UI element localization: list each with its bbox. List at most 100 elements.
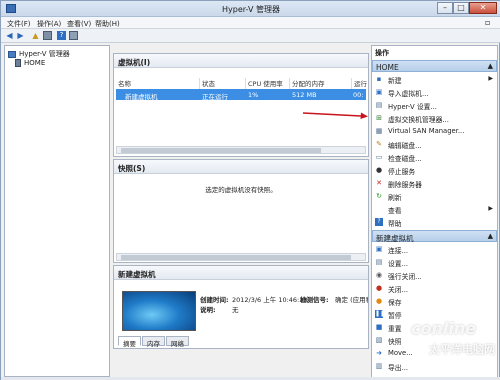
action-pane-icon[interactable] <box>69 31 78 40</box>
action-vm-settings[interactable]: ▤ 设置... <box>374 256 495 268</box>
disk-edit-icon: ✎ <box>376 140 382 148</box>
action-label: 查看 <box>388 207 402 215</box>
back-icon[interactable]: ◀ <box>5 31 14 40</box>
vm-header-label: 新建虚拟机 <box>376 234 414 243</box>
forward-icon[interactable]: ▶ <box>16 31 25 40</box>
action-label: 新建 <box>388 77 402 85</box>
refresh-icon: ↻ <box>376 192 382 200</box>
help-toolbar-icon[interactable]: ? <box>57 31 66 40</box>
vm-cpu: 1% <box>248 91 259 99</box>
notes-value: 无 <box>232 306 239 314</box>
submenu-arrow-icon: ▶ <box>488 75 493 82</box>
action-refresh[interactable]: ↻ 刷新 <box>374 190 495 202</box>
action-label: 强行关闭... <box>388 273 422 281</box>
delete-icon: ✕ <box>376 179 382 187</box>
vm-panel: 虚拟机(I) 名称 状态 CPU 使用率 分配的内存 运行 新建虚拟机 正在运行… <box>113 53 369 157</box>
home-section-header[interactable]: HOME ▲ <box>372 60 497 72</box>
window-title: Hyper-V 管理器 <box>222 5 280 14</box>
action-label: 保存 <box>388 299 402 307</box>
menu-view[interactable]: 查看(V) <box>67 19 91 29</box>
menu-action[interactable]: 操作(A) <box>37 19 61 29</box>
close-button[interactable]: ✕ <box>469 2 497 14</box>
snapshot-panel: 快照(S) 选定的虚拟机没有快照。 <box>113 159 369 263</box>
action-shutdown[interactable]: ● 关闭... <box>374 282 495 294</box>
column-memory[interactable]: 分配的内存 <box>290 78 352 89</box>
tree-item-home[interactable]: HOME <box>15 59 45 69</box>
reset-icon: ■ <box>375 323 383 331</box>
maximize-button[interactable]: □ <box>453 2 469 14</box>
table-row[interactable]: 新建虚拟机 正在运行 1% 512 MB 00: <box>116 89 366 101</box>
vm-state: 正在运行 <box>202 93 228 101</box>
menu-help[interactable]: 帮助(H) <box>95 19 120 29</box>
action-virtual-switch-manager[interactable]: ⊞ 虚拟交换机管理器... <box>374 112 495 124</box>
tab-network[interactable]: 网络 <box>166 336 189 348</box>
action-label: 连接... <box>388 247 409 255</box>
scroll-thumb[interactable] <box>121 148 321 153</box>
action-hyperv-settings[interactable]: ▤ Hyper-V 设置... <box>374 99 495 111</box>
view-icon <box>375 205 383 213</box>
hyperv-icon <box>8 50 16 58</box>
up-folder-icon[interactable]: ▲ <box>31 31 40 40</box>
column-state[interactable]: 状态 <box>200 78 246 89</box>
action-label: Virtual SAN Manager... <box>388 127 465 135</box>
action-label: 帮助 <box>388 220 402 228</box>
window-restore-icon[interactable]: ▫ <box>485 18 490 27</box>
detail-panel-title: 新建虚拟机 <box>114 266 368 280</box>
action-label: Move... <box>388 349 413 357</box>
column-name[interactable]: 名称 <box>116 78 200 89</box>
menu-bar: 文件(F) 操作(A) 查看(V) 帮助(H) ▫ <box>1 17 500 29</box>
minimize-button[interactable]: – <box>437 2 453 14</box>
title-bar: Hyper-V 管理器 – □ ✕ <box>1 1 500 17</box>
action-inspect-disk[interactable]: ▭ 检查磁盘... <box>374 151 495 163</box>
action-label: 检查磁盘... <box>388 155 422 163</box>
tree-root-hyperv-manager[interactable]: Hyper-V 管理器 <box>8 49 70 59</box>
vm-section-header[interactable]: 新建虚拟机 ▲ <box>372 230 497 243</box>
move-icon: ➜ <box>376 349 382 357</box>
action-view[interactable]: 查看 ▶ <box>374 203 495 215</box>
actions-title: 操作 <box>375 49 389 57</box>
vm-settings-icon: ▤ <box>375 258 383 266</box>
vm-thumbnail[interactable] <box>122 291 196 331</box>
export-icon: ▥ <box>375 362 383 370</box>
action-label: 关闭... <box>388 286 409 294</box>
menu-file[interactable]: 文件(F) <box>7 19 31 29</box>
vm-uptime: 00: <box>353 91 364 99</box>
import-icon: ▣ <box>375 88 383 96</box>
column-cpu[interactable]: CPU 使用率 <box>246 78 290 89</box>
disk-inspect-icon: ▭ <box>375 153 383 161</box>
shutdown-icon: ● <box>375 284 383 292</box>
settings-icon: ▤ <box>375 101 383 109</box>
collapse-up-icon[interactable]: ▲ <box>488 232 493 240</box>
action-label: 刷新 <box>388 194 402 202</box>
action-virtual-san-manager[interactable]: ▦ Virtual SAN Manager... <box>374 125 495 137</box>
annotation-arrow <box>302 112 368 119</box>
created-label: 创建时间: <box>200 296 229 304</box>
action-edit-disk[interactable]: ✎ 编辑磁盘... <box>374 138 495 150</box>
tree-root-label: Hyper-V 管理器 <box>19 50 70 58</box>
tab-memory[interactable]: 内存 <box>142 336 165 348</box>
collapse-up-icon[interactable]: ▲ <box>488 62 493 70</box>
heartbeat-label: 检测信号: <box>300 296 329 304</box>
snapshot-scrollbar[interactable] <box>116 253 366 261</box>
toolbar: ◀ ▶ ▲ ? <box>1 29 500 43</box>
action-save[interactable]: ● 保存 <box>374 295 495 307</box>
vm-list-scrollbar[interactable] <box>116 146 366 154</box>
watermark-sub: 太平洋电脑网 <box>429 343 495 356</box>
action-connect[interactable]: ▣ 连接... <box>374 243 495 255</box>
column-uptime[interactable]: 运行 <box>352 78 368 89</box>
action-turn-off[interactable]: ◉ 强行关闭... <box>374 269 495 281</box>
action-help[interactable]: ? 帮助 <box>374 216 495 228</box>
action-import-vm[interactable]: ▣ 导入虚拟机... <box>374 86 495 98</box>
action-label: 导入虚拟机... <box>388 90 429 98</box>
action-remove-server[interactable]: ✕ 删除服务器 <box>374 177 495 189</box>
hyperv-manager-window: Hyper-V 管理器 – □ ✕ 文件(F) 操作(A) 查看(V) 帮助(H… <box>0 0 500 380</box>
scroll-thumb[interactable] <box>121 255 351 260</box>
action-new[interactable]: ▪ 新建 ▶ <box>374 73 495 85</box>
action-stop-service[interactable]: ● 停止服务 <box>374 164 495 176</box>
tab-summary[interactable]: 摘要 <box>118 336 141 348</box>
show-hide-tree-icon[interactable] <box>43 31 52 40</box>
detail-panel: 新建虚拟机 创建时间: 2012/3/6 上午 10:46:38 说明: 无 检… <box>113 265 369 349</box>
vm-memory: 512 MB <box>292 91 317 99</box>
san-icon: ▦ <box>375 127 383 135</box>
navigation-tree: Hyper-V 管理器 HOME <box>4 45 110 377</box>
